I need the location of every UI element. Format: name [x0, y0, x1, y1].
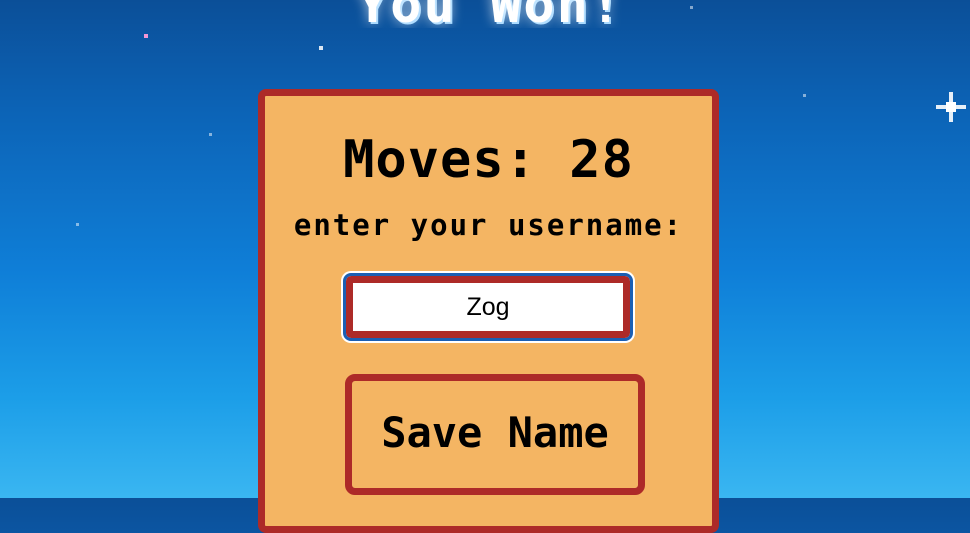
star	[144, 34, 148, 38]
win-panel: Moves: 28 enter your username: Save Name	[258, 89, 719, 533]
win-title: You Won!	[330, 0, 650, 28]
star	[319, 46, 323, 50]
star	[803, 94, 806, 97]
save-name-button[interactable]: Save Name	[345, 374, 645, 495]
star	[690, 6, 693, 9]
username-prompt: enter your username:	[293, 208, 684, 242]
username-input[interactable]	[343, 273, 633, 341]
star	[76, 223, 79, 226]
star	[209, 133, 212, 136]
sparkle-icon	[936, 92, 966, 122]
moves-counter: Moves: 28	[343, 130, 634, 190]
